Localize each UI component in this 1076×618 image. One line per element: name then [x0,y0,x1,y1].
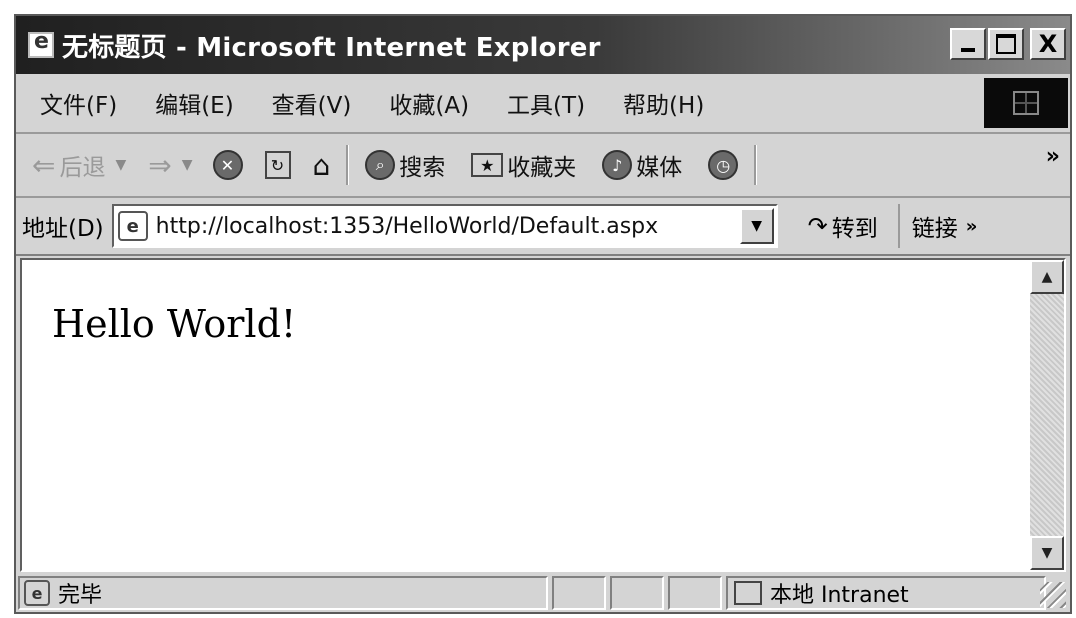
refresh-button[interactable]: ↻ [264,151,291,179]
vertical-scrollbar[interactable]: ▲ ▼ [1030,260,1064,570]
media-label: 媒体 [636,155,683,181]
favorites-button[interactable]: ★ 收藏夹 [471,148,576,182]
address-input[interactable]: e http://localhost:1353/HelloWorld/Defau… [111,204,778,248]
windows-logo-icon [984,78,1068,128]
stop-button[interactable]: ✕ [212,150,243,180]
refresh-icon: ↻ [264,151,291,179]
address-url[interactable]: http://localhost:1353/HelloWorld/Default… [156,214,659,239]
links-more-icon[interactable]: » [966,216,978,237]
go-label: 转到 [831,216,878,242]
address-bar: 地址(D) e http://localhost:1353/HelloWorld… [16,198,1070,256]
security-zone-text: 本地 Intranet [770,583,909,608]
history-button[interactable]: ◷ [708,150,739,180]
links-button[interactable]: 链接 » [897,204,978,248]
search-label: 搜索 [399,155,446,181]
menu-file[interactable]: 文件(F) [40,86,117,120]
menu-edit[interactable]: 编辑(E) [155,86,233,120]
forward-arrow-icon: ⇒ [148,148,172,182]
toolbar-separator [754,145,758,185]
search-button[interactable]: ⌕ 搜索 [365,148,445,182]
media-button[interactable]: ♪ 媒体 [602,148,682,182]
status-text: 完毕 [58,583,103,608]
address-dropdown-button[interactable]: ▼ [739,208,774,244]
page-done-icon: e [24,580,50,606]
favorites-label: 收藏夹 [507,155,577,181]
favorites-icon: ★ [471,153,504,177]
search-icon: ⌕ [365,150,396,180]
stop-icon: ✕ [212,150,243,180]
status-panel: e 完毕 [18,576,548,610]
menu-tools[interactable]: 工具(T) [507,86,585,120]
menu-favorites[interactable]: 收藏(A) [389,86,469,120]
history-icon: ◷ [708,150,739,180]
status-panel-empty [552,576,606,610]
security-zone-panel: 本地 Intranet [726,576,1046,610]
media-icon: ♪ [602,150,633,180]
ie-icon [28,29,54,58]
page-icon: e [117,211,148,241]
forward-button[interactable]: ⇒ ▼ [148,149,192,182]
home-button[interactable]: ⌂ [313,149,331,182]
maximize-button[interactable] [988,28,1024,60]
back-button[interactable]: ⇐ 后退 ▼ [32,148,126,182]
status-panel-empty [610,576,664,610]
menu-bar: 文件(F) 编辑(E) 查看(V) 收藏(A) 工具(T) 帮助(H) [16,74,1070,134]
toolbar-more-button[interactable]: » [1046,144,1060,169]
go-button[interactable]: ↷ 转到 [808,209,878,243]
menu-help[interactable]: 帮助(H) [623,86,704,120]
page-body-text: Hello World! [52,302,297,346]
back-dropdown-icon[interactable]: ▼ [115,157,126,173]
window-controls: X [950,28,1066,60]
status-bar: e 完毕 本地 Intranet [16,574,1070,612]
intranet-icon [734,581,762,605]
standard-toolbar: ⇐ 后退 ▼ ⇒ ▼ ✕ ↻ ⌂ ⌕ 搜索 ★ 收藏夹 ♪ 媒体 ◷ » [16,134,1070,198]
browser-window: 无标题页 - Microsoft Internet Explorer X 文件(… [14,14,1072,614]
menu-view[interactable]: 查看(V) [272,86,352,120]
maximize-icon [996,34,1016,54]
toolbar-separator [346,145,350,185]
minimize-button[interactable] [950,28,986,60]
scroll-up-button[interactable]: ▲ [1030,260,1064,294]
minimize-icon [961,48,975,52]
go-arrow-icon: ↷ [807,212,828,240]
scroll-down-button[interactable]: ▼ [1030,536,1064,570]
close-button[interactable]: X [1030,28,1066,60]
forward-dropdown-icon[interactable]: ▼ [182,157,193,173]
status-panel-empty [668,576,722,610]
page-content: Hello World! ▲ ▼ [20,258,1066,572]
address-label: 地址(D) [22,216,104,242]
back-arrow-icon: ⇐ [32,148,56,182]
resize-grip-icon[interactable] [1040,582,1066,608]
home-icon: ⌂ [312,148,331,182]
title-bar: 无标题页 - Microsoft Internet Explorer X [16,16,1070,74]
back-label: 后退 [59,155,106,181]
links-label: 链接 [911,216,958,242]
window-title: 无标题页 - Microsoft Internet Explorer [62,32,601,63]
